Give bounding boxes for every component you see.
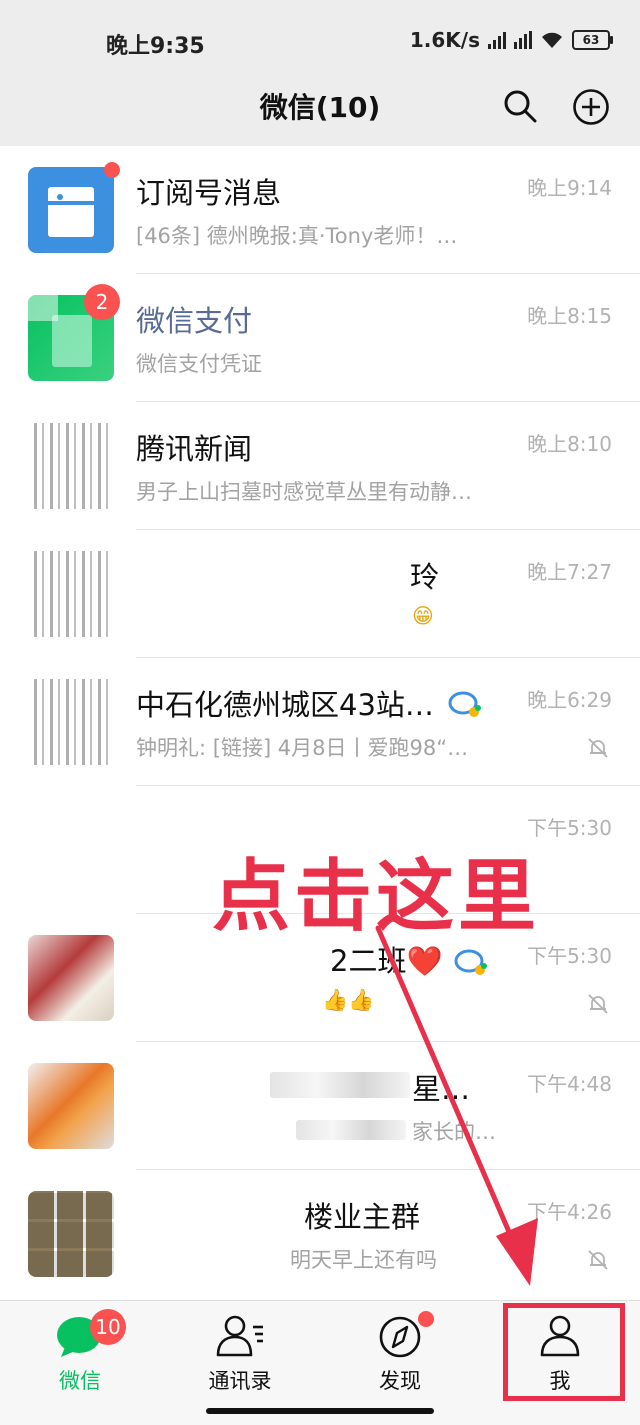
contacts-icon [216,1315,263,1357]
chat-preview: 钟明礼: [链接] 4月8日丨爱跑98“… [136,736,469,760]
chat-time: 晚上9:14 [527,176,612,200]
subscription-avatar [28,167,114,253]
chat-time: 晚上6:29 [527,688,612,712]
subscription-icon [48,187,94,237]
chat-time: 下午4:26 [527,1200,612,1224]
tab-label: 微信 [59,1369,101,1393]
chat-name: 腾讯新闻 [136,432,253,466]
enterprise-chat-icon [454,949,487,975]
page-title: 微信(10) [259,91,381,124]
nav-bar: 微信(10) [0,60,640,146]
group-avatar [28,1063,114,1149]
chat-time: 晚上7:27 [527,560,612,584]
chat-time: 下午4:48 [527,1072,612,1096]
signal-icon [488,31,506,49]
battery-icon: 63 [572,30,613,50]
home-indicator [206,1408,434,1414]
tab-chats[interactable]: 10 微信 [0,1301,160,1401]
chat-preview: 😁 [412,604,434,628]
chat-row[interactable]: 腾讯新闻 男子上山扫墓时感觉草丛里有动静… 晚上8:10 [0,402,640,530]
chat-preview: 微信支付凭证 [136,352,262,376]
chat-time: 晚上8:15 [527,304,612,328]
chat-row[interactable]: 楼业主群 明天早上还有吗 下午4:26 [0,1170,640,1298]
tab-label: 通讯录 [208,1369,272,1393]
unread-badge: 2 [84,284,120,320]
unread-dot [104,162,120,178]
contact-avatar [28,551,114,637]
chat-name: 玲 [410,560,440,594]
chat-name: 楼业主群 [304,1200,421,1234]
chat-row[interactable]: 2 微信支付 微信支付凭证 晚上8:15 [0,274,640,402]
chat-list: 订阅号消息 [46条] 德州晚报:真·Tony老师！… 晚上9:14 2 微信支… [0,146,640,1300]
wifi-icon [542,32,562,48]
chat-name: 订阅号消息 [136,176,282,210]
tab-dot [418,1311,434,1327]
search-icon[interactable] [502,88,538,124]
chat-row[interactable]: 玲 😁 晚上7:27 [0,530,640,658]
chat-name: 星… [412,1072,471,1106]
annotation-label: 点击这里 [212,852,541,942]
status-time: 晚上9:35 [106,34,205,59]
status-indicators: 1.6K/s 63 [409,28,613,52]
mute-bell-icon [588,738,608,758]
chat-name: 微信支付 [136,304,253,338]
contact-avatar [28,807,114,893]
chat-preview: 👍👍 [322,988,375,1012]
tab-label: 发现 [379,1369,421,1393]
chat-row[interactable]: 中石化德州城区43站… 钟明礼: [链接] 4月8日丨爱跑98“… 晚上6:29 [0,658,640,786]
mute-bell-icon [588,1250,608,1270]
chat-preview: [46条] 德州晚报:真·Tony老师！… [136,224,458,248]
chat-row[interactable]: 订阅号消息 [46条] 德州晚报:真·Tony老师！… 晚上9:14 [0,146,640,274]
annotation-highlight-box [503,1303,625,1401]
tab-badge: 10 [90,1309,126,1345]
chat-time: 晚上8:10 [527,432,612,456]
enterprise-chat-icon [448,691,481,717]
group-avatar [28,935,114,1021]
group-avatar [28,1191,114,1277]
mute-bell-icon [588,994,608,1014]
chat-preview: 明天早上还有吗 [290,1248,437,1272]
chat-name: 中石化德州城区43站… [136,688,434,722]
chat-row[interactable]: 星… 家长的… 下午4:48 [0,1042,640,1170]
tencent-news-avatar [28,423,114,509]
chat-preview: 家长的… [412,1120,496,1144]
group-avatar [28,679,114,765]
tab-discover[interactable]: 发现 [320,1301,480,1401]
chat-preview: 男子上山扫墓时感觉草丛里有动静… [136,480,472,504]
network-speed: 1.6K/s [409,28,480,52]
add-icon[interactable] [572,88,610,126]
tab-contacts[interactable]: 通讯录 [160,1301,320,1401]
hd-signal-icon [514,31,532,49]
